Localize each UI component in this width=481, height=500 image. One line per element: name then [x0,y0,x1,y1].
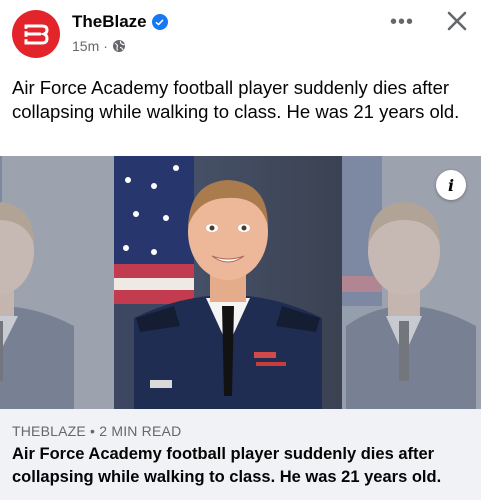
link-source: THEBLAZE [12,423,86,439]
link-source-line: THEBLAZE • 2 MIN READ [12,423,181,439]
close-icon [447,11,467,31]
read-time: 2 MIN READ [99,423,182,439]
post-text: Air Force Academy football player sudden… [12,77,460,122]
link-preview-image[interactable] [0,156,481,409]
link-preview-card[interactable]: THEBLAZE • 2 MIN READ Air Force Academy … [0,409,481,500]
source-separator: • [90,423,96,439]
portrait-image-main [114,156,342,409]
verified-badge-icon [151,14,168,30]
post-timestamp[interactable]: 15m [72,38,99,54]
info-icon: i [447,175,455,195]
close-button[interactable] [442,6,472,36]
post-meta: 15m · [72,38,126,54]
info-button[interactable]: i [436,170,466,200]
more-options-button[interactable]: ••• [388,8,416,36]
page-name[interactable]: TheBlaze [72,12,147,32]
page-name-row: TheBlaze [72,12,168,32]
meta-separator: · [103,38,108,54]
page-avatar[interactable] [12,10,60,58]
more-icon: ••• [389,10,414,33]
post-header: TheBlaze 15m · ••• [0,0,481,70]
link-headline[interactable]: Air Force Academy football player sudden… [12,443,474,489]
image-fade-left [0,156,114,409]
globe-icon [112,40,125,52]
theblaze-logo-icon [24,24,49,45]
